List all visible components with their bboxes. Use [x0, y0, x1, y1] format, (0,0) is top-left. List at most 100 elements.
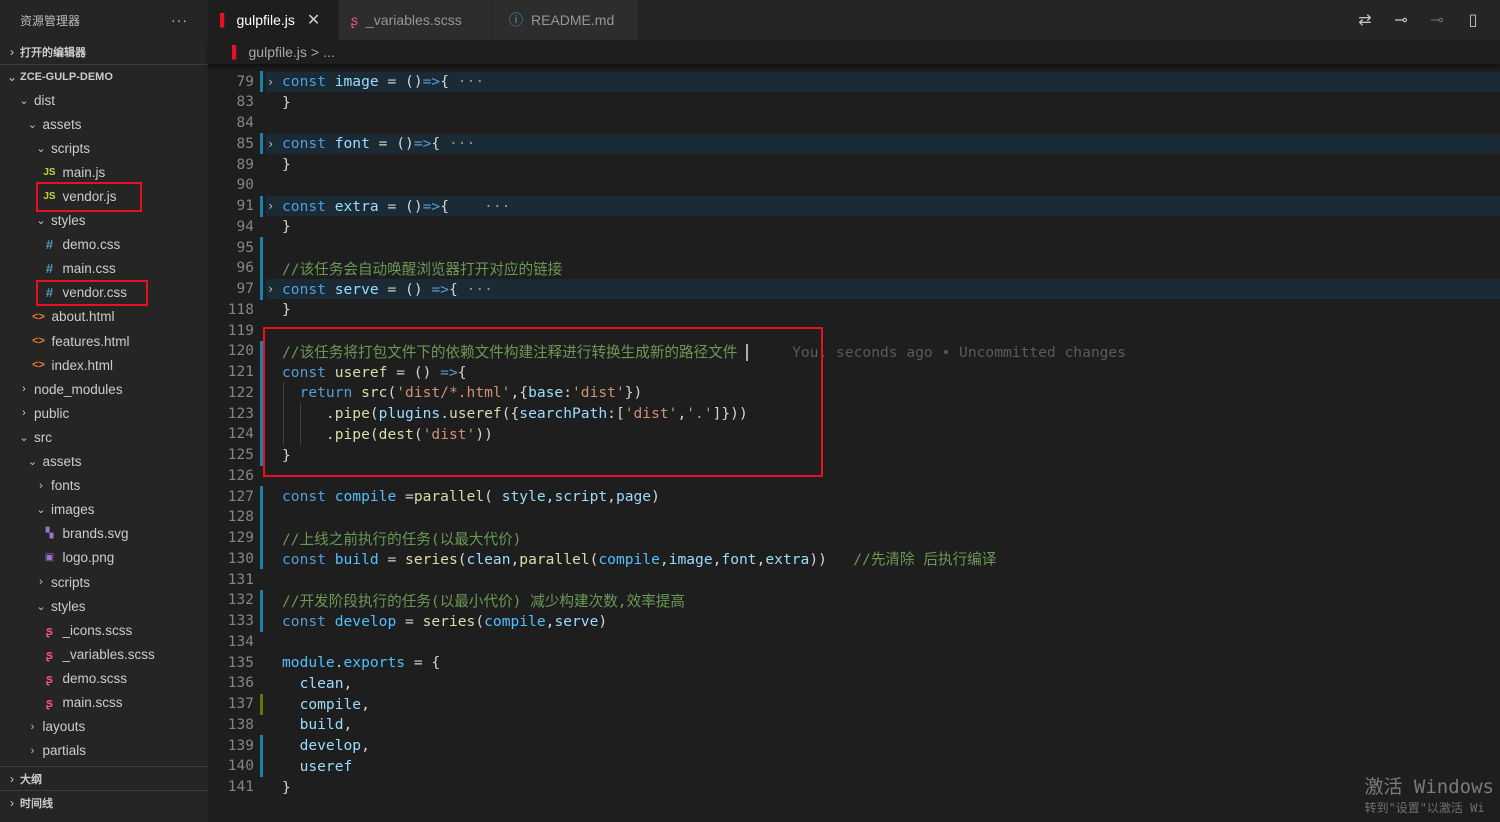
breadcrumb-rest[interactable]: ...	[323, 44, 335, 60]
code-text: //开发阶段执行的任务(以最小代价) 减少构建次数,效率提高	[282, 592, 685, 610]
open-changes-icon[interactable]: ⇄	[1354, 10, 1376, 30]
explorer-header: 资源管理器 ···	[0, 0, 208, 40]
tree-item-label: styles	[51, 598, 86, 614]
code-line: 138 build,	[208, 714, 1500, 735]
git-change-gutter[interactable]	[260, 278, 263, 300]
tab-variables-scss[interactable]: ʂ _variables.scss	[339, 0, 492, 40]
git-change-gutter[interactable]	[260, 195, 263, 217]
code-text: }	[282, 301, 291, 319]
tree-item-label: assets	[42, 116, 82, 132]
css-file-icon: #	[45, 261, 54, 277]
folder-item[interactable]: › layouts	[0, 715, 208, 739]
folder-item[interactable]: ⌄ dist	[0, 88, 208, 112]
folder-item[interactable]: ⌄ src	[0, 425, 208, 449]
folder-item[interactable]: ⌄ assets	[0, 112, 208, 136]
code-line: 96 //该任务会自动唤醒浏览器打开对应的链接	[208, 257, 1500, 279]
line-number: 130	[227, 550, 254, 567]
project-label: ZCE-GULP-DEMO	[20, 70, 113, 83]
file-item[interactable]: ʂ _icons.scss	[0, 618, 208, 642]
tree-item-label: brands.svg	[62, 526, 129, 542]
git-change-gutter[interactable]	[260, 237, 263, 258]
fold-chevron-icon[interactable]: ›	[267, 199, 274, 213]
folder-item[interactable]: › partials	[0, 739, 208, 763]
code-line: 84	[208, 113, 1500, 134]
tree-item-label: demo.css	[62, 237, 121, 253]
file-item[interactable]: ʂ _variables.scss	[0, 642, 208, 666]
file-item[interactable]: ▚ brands.svg	[0, 522, 208, 546]
code-line: 137 compile,	[208, 693, 1500, 715]
git-change-gutter[interactable]	[260, 755, 263, 777]
file-item[interactable]: JS main.js	[0, 160, 208, 184]
git-change-gutter[interactable]	[260, 486, 263, 507]
breadcrumb-file[interactable]: gulpfile.js	[249, 44, 307, 60]
close-icon[interactable]: ✕	[307, 10, 320, 30]
line-number: 94	[236, 218, 254, 235]
chevron-right-icon: ›	[10, 45, 14, 59]
open-editors-section[interactable]: › 打开的编辑器	[0, 40, 208, 64]
code-text: const build = series(clean,parallel(comp…	[282, 551, 997, 569]
js-file-icon: JS	[43, 166, 56, 178]
scss-file-icon: ʂ	[45, 670, 54, 686]
fold-chevron-icon[interactable]: ›	[267, 282, 274, 296]
code-line: 136 clean,	[208, 673, 1500, 694]
code-line: 90	[208, 175, 1500, 196]
git-change-gutter[interactable]	[260, 506, 263, 528]
editor-actions: ⇄ ⊸ ⊸ ▯	[1354, 0, 1500, 40]
file-item[interactable]: ʂ demo.scss	[0, 666, 208, 690]
code-text: const font = ()=>{ ···	[282, 135, 476, 153]
file-item[interactable]: ʂ main.scss	[0, 691, 208, 715]
more-actions-icon[interactable]: ···	[171, 12, 188, 28]
fold-chevron-icon[interactable]: ›	[267, 137, 274, 151]
timeline-section[interactable]: › 时间线	[0, 790, 208, 814]
fold-chevron-icon[interactable]: ›	[267, 75, 274, 89]
git-change-gutter[interactable]	[260, 133, 263, 155]
tree-item-label: about.html	[51, 309, 115, 325]
tab-label: _variables.scss	[366, 12, 462, 28]
next-change-icon[interactable]: ⊸	[1426, 10, 1448, 30]
tree-item-label: styles	[51, 213, 86, 228]
folder-item[interactable]: › fonts	[0, 474, 208, 498]
file-item[interactable]: ▣ logo.png	[0, 546, 208, 570]
git-change-gutter[interactable]	[260, 589, 263, 611]
git-change-gutter[interactable]	[260, 693, 263, 715]
file-item[interactable]: # demo.css	[0, 233, 208, 257]
outline-section[interactable]: › 大纲	[0, 766, 208, 790]
line-number: 90	[236, 177, 254, 194]
code-text: const serve = () =>{ ···	[282, 280, 493, 298]
file-item[interactable]: # main.css	[0, 257, 208, 281]
previous-change-icon[interactable]: ⊸	[1390, 10, 1412, 30]
file-item[interactable]: <> index.html	[0, 353, 208, 377]
git-change-gutter[interactable]	[260, 610, 263, 632]
line-number: 132	[227, 592, 254, 609]
git-change-gutter[interactable]	[260, 735, 263, 756]
file-item[interactable]: <> about.html	[0, 305, 208, 329]
file-item[interactable]: <> features.html	[0, 329, 208, 353]
code-line: 83}	[208, 92, 1500, 113]
git-change-gutter[interactable]	[260, 527, 263, 549]
folder-item[interactable]: › public	[0, 401, 208, 425]
folder-item[interactable]: › node_modules	[0, 377, 208, 401]
git-change-gutter[interactable]	[260, 257, 263, 279]
line-number: 134	[227, 633, 254, 650]
line-number: 96	[236, 260, 254, 277]
tree-item-label: scripts	[51, 574, 91, 590]
git-change-gutter[interactable]	[260, 548, 263, 570]
folder-item[interactable]: ⌄ assets	[0, 450, 208, 474]
folder-item[interactable]: ⌄ styles	[0, 594, 208, 618]
git-change-gutter[interactable]	[260, 71, 263, 92]
folder-item[interactable]: ⌄ images	[0, 498, 208, 522]
code-editor[interactable]: 79 › const image = ()=>{ ··· 83} 84 85 › const …	[208, 64, 1500, 822]
folder-item[interactable]: › scripts	[0, 570, 208, 594]
project-section[interactable]: ⌄ ZCE-GULP-DEMO	[0, 64, 208, 88]
code-line: 131	[208, 569, 1500, 590]
tab-label: README.md	[531, 12, 615, 28]
folder-item[interactable]: ⌄ scripts	[0, 136, 208, 160]
folder-item[interactable]: ⌄ styles	[0, 209, 208, 233]
chevron-down-icon: ⌄	[19, 94, 29, 107]
tab-readme[interactable]: ⓘ README.md	[493, 0, 638, 40]
line-number: 138	[227, 716, 254, 733]
breadcrumb-separator: >	[310, 44, 320, 60]
tab-gulpfile[interactable]: ▌ gulpfile.js ✕	[208, 0, 338, 40]
split-editor-icon[interactable]: ▯	[1462, 10, 1484, 30]
line-number: 83	[236, 94, 254, 111]
